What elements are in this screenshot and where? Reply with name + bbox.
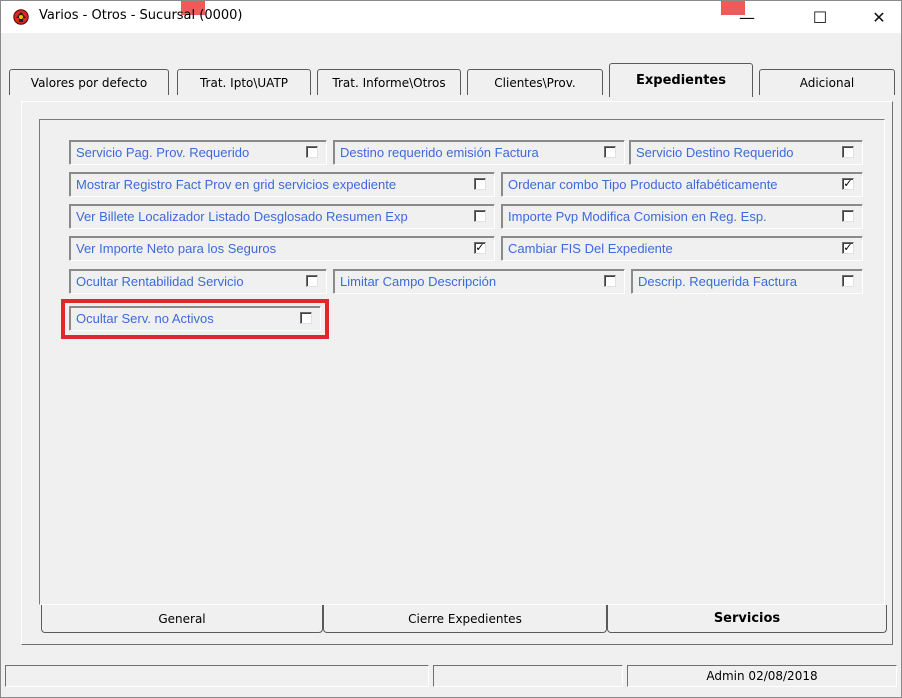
option-ver-billete-localizador[interactable]: Ver Billete Localizador Listado Desglosa… [69,204,495,229]
option-label: Ordenar combo Tipo Producto alfabéticame… [508,177,778,192]
option-cambiar-fis-expediente[interactable]: Cambiar FIS Del Expediente ✓ [501,236,863,261]
app-logo-icon [13,9,29,25]
subtab-label: Servicios [713,611,781,626]
checkbox[interactable] [306,275,318,287]
tab-label: Trat. Informe\Otros [332,75,446,90]
option-label: Ocultar Rentabilidad Servicio [76,274,244,289]
tab-label: Adicional [799,75,855,90]
checkbox[interactable] [842,275,854,287]
option-ver-importe-neto-seguros[interactable]: Ver Importe Neto para los Seguros ✓ [69,236,495,261]
application-window: Varios - Otros - Sucursal (0000) — ☐ ✕ V… [0,0,902,698]
subtab-label: General [158,611,206,626]
option-ordenar-combo-tipo-producto[interactable]: Ordenar combo Tipo Producto alfabéticame… [501,172,863,197]
checkbox[interactable] [842,146,854,158]
status-bar: Admin 02/08/2018 [1,661,901,697]
subtab-cierre-expedientes[interactable]: Cierre Expedientes [323,605,607,633]
checkbox[interactable] [604,275,616,287]
tab-label: Valores por defecto [30,75,148,90]
tab-label: Expedientes [636,73,726,88]
option-ocultar-serv-no-activos[interactable]: Ocultar Serv. no Activos [69,306,321,331]
checkbox[interactable]: ✓ [474,242,486,254]
option-limitar-campo-descripcion[interactable]: Limitar Campo Descripción [333,269,625,294]
tab-label: Trat. Ipto\UATP [199,75,289,90]
option-label: Cambiar FIS Del Expediente [508,241,673,256]
option-label: Limitar Campo Descripción [340,274,497,289]
checkbox[interactable] [474,210,486,222]
option-label: Mostrar Registro Fact Prov en grid servi… [76,177,397,192]
tab-label: Clientes\Prov. [494,75,576,90]
option-label: Descrip. Requerida Factura [638,274,797,289]
option-label: Servicio Destino Requerido [636,145,794,160]
tab-trat-ipto-uatp[interactable]: Trat. Ipto\UATP [177,69,311,95]
maximize-button[interactable]: ☐ [797,1,843,33]
title-bar[interactable]: Varios - Otros - Sucursal (0000) — ☐ ✕ [1,1,901,33]
subtab-general[interactable]: General [41,605,323,633]
status-user-date-text: Admin 02/08/2018 [706,669,818,683]
tab-expedientes[interactable]: Expedientes [609,63,753,97]
status-cell-2 [433,665,623,687]
checkbox[interactable] [474,178,486,190]
tab-adicional[interactable]: Adicional [759,69,895,95]
minimize-button[interactable]: — [724,1,770,33]
tab-trat-informe-otros[interactable]: Trat. Informe\Otros [317,69,461,95]
main-tab-strip: Valores por defecto Trat. Ipto\UATP Trat… [1,61,901,103]
checkbox[interactable] [306,146,318,158]
close-button[interactable]: ✕ [856,1,902,33]
option-destino-requerido-emision-factura[interactable]: Destino requerido emisión Factura [333,140,625,165]
option-importe-pvp-modifica-comision[interactable]: Importe Pvp Modifica Comision en Reg. Es… [501,204,863,229]
status-cell-1 [5,665,429,687]
checkbox[interactable] [842,210,854,222]
tab-clientes-prov[interactable]: Clientes\Prov. [467,69,603,95]
option-label: Ver Importe Neto para los Seguros [76,241,277,256]
option-mostrar-registro-fact-prov[interactable]: Mostrar Registro Fact Prov en grid servi… [69,172,495,197]
option-servicio-destino-requerido[interactable]: Servicio Destino Requerido [629,140,863,165]
subtab-servicios[interactable]: Servicios [607,605,887,633]
option-label: Ver Billete Localizador Listado Desglosa… [76,209,408,224]
checkbox[interactable]: ✓ [842,242,854,254]
window-title: Varios - Otros - Sucursal (0000) [39,8,243,23]
option-label: Importe Pvp Modifica Comision en Reg. Es… [508,209,767,224]
option-descrip-requerida-factura[interactable]: Descrip. Requerida Factura [631,269,863,294]
subtab-label: Cierre Expedientes [408,611,522,626]
option-label: Ocultar Serv. no Activos [76,311,214,326]
checkbox[interactable] [604,146,616,158]
checkbox[interactable]: ✓ [842,178,854,190]
checkbox[interactable] [300,312,312,324]
tab-valores-por-defecto[interactable]: Valores por defecto [9,69,169,95]
option-label: Servicio Pag. Prov. Requerido [76,145,250,160]
option-ocultar-rentabilidad-servicio[interactable]: Ocultar Rentabilidad Servicio [69,269,327,294]
option-servicio-pag-prov-requerido[interactable]: Servicio Pag. Prov. Requerido [69,140,327,165]
status-user-date: Admin 02/08/2018 [627,665,897,687]
option-label: Destino requerido emisión Factura [340,145,539,160]
